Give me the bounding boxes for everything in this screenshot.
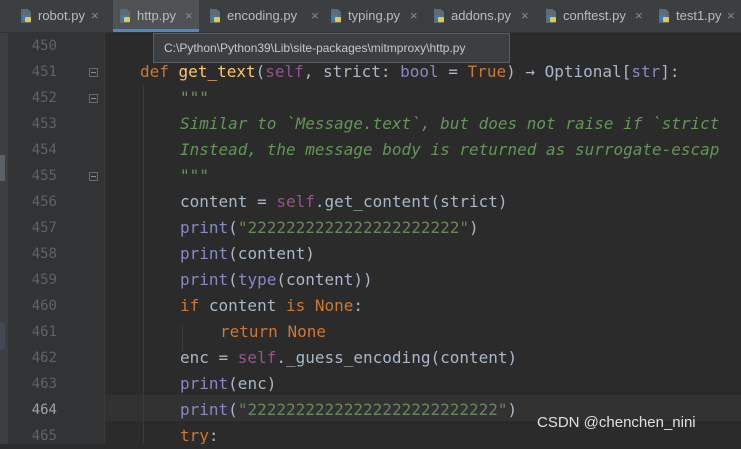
code-line-465: try:: [180, 426, 219, 444]
left-tool-strip: [0, 33, 8, 444]
strip-marker: [0, 323, 5, 349]
watermark: CSDN @chenchen_nini: [537, 414, 696, 431]
fold-marker-icon[interactable]: [89, 172, 98, 181]
code-line-463: print(enc): [180, 374, 277, 393]
code-line-456: content = self.get_content(strict): [180, 192, 508, 211]
line-number: 459: [31, 272, 57, 288]
line-number: 463: [31, 376, 57, 392]
line-number: 456: [31, 194, 57, 210]
line-number: 453: [31, 116, 57, 132]
python-file-icon: [331, 9, 341, 23]
tab-label: robot.py: [38, 8, 85, 23]
line-number: 461: [31, 324, 57, 340]
python-file-icon: [434, 9, 444, 23]
tab-label: encoding.py: [227, 8, 298, 23]
python-file-icon: [210, 9, 220, 23]
line-number-gutter: 450 451 452 453 454 455 456 457 458 459 …: [8, 33, 104, 444]
tab-label: test1.py: [676, 8, 722, 23]
line-number: 462: [31, 350, 57, 366]
tab-label: conftest.py: [563, 8, 626, 23]
code-line-452: """: [180, 88, 209, 107]
line-number: 454: [31, 142, 57, 158]
editor-tab-bar: robot.py × http.py × encoding.py × typin…: [0, 0, 741, 33]
line-number: 457: [31, 220, 57, 236]
code-line-457: print("2222222222222222222222"): [180, 218, 479, 237]
tab-addons-py[interactable]: addons.py ×: [431, 0, 535, 32]
line-number: 458: [31, 246, 57, 262]
code-line-461: return None: [220, 322, 326, 341]
line-number: 452: [31, 90, 57, 106]
line-number: 451: [31, 64, 57, 80]
tab-typing-py[interactable]: typing.py ×: [328, 0, 424, 32]
close-icon[interactable]: ×: [727, 8, 735, 24]
line-number-current: 464: [31, 402, 57, 418]
code-line-453: Similar to `Message.text`, but does not …: [180, 114, 720, 133]
line-number: 450: [31, 38, 57, 54]
close-icon[interactable]: ×: [635, 8, 643, 24]
python-file-icon: [21, 9, 31, 23]
tab-label: typing.py: [348, 8, 401, 23]
indent-guide: [143, 85, 144, 444]
code-line-464: print("22222222222222222222222222"): [180, 400, 518, 419]
code-line-455: """: [180, 166, 209, 185]
python-file-icon: [546, 9, 556, 23]
close-icon[interactable]: ×: [311, 8, 319, 24]
fold-marker-icon[interactable]: [89, 68, 98, 77]
python-file-icon: [120, 9, 130, 23]
tab-label: addons.py: [451, 8, 511, 23]
tab-conftest-py[interactable]: conftest.py ×: [543, 0, 649, 32]
python-file-icon: [659, 9, 669, 23]
strip-marker: [0, 155, 5, 181]
close-icon[interactable]: ×: [185, 8, 193, 24]
close-icon[interactable]: ×: [410, 8, 418, 24]
tab-http-py[interactable]: http.py ×: [113, 0, 199, 32]
line-number: 460: [31, 298, 57, 314]
code-line-454: Instead, the message body is returned as…: [180, 140, 720, 159]
line-number: 465: [31, 428, 57, 444]
code-line-462: enc = self._guess_encoding(content): [180, 348, 518, 367]
tab-label: http.py: [137, 8, 177, 23]
tab-test1-py[interactable]: test1.py ×: [656, 0, 741, 32]
close-icon[interactable]: ×: [521, 8, 529, 24]
line-number: 455: [31, 168, 57, 184]
tab-robot-py[interactable]: robot.py ×: [18, 0, 108, 32]
code-line-460: if content is None:: [180, 296, 364, 315]
code-line-458: print(content): [180, 244, 315, 263]
file-path-tooltip: C:\Python\Python39\Lib\site-packages\mit…: [153, 33, 510, 63]
tab-encoding-py[interactable]: encoding.py ×: [207, 0, 325, 32]
code-line-459: print(type(content)): [180, 270, 373, 289]
fold-marker-icon[interactable]: [89, 94, 98, 103]
code-editor[interactable]: def get_text(self, strict: bool = True) …: [105, 33, 741, 444]
close-icon[interactable]: ×: [91, 8, 99, 24]
